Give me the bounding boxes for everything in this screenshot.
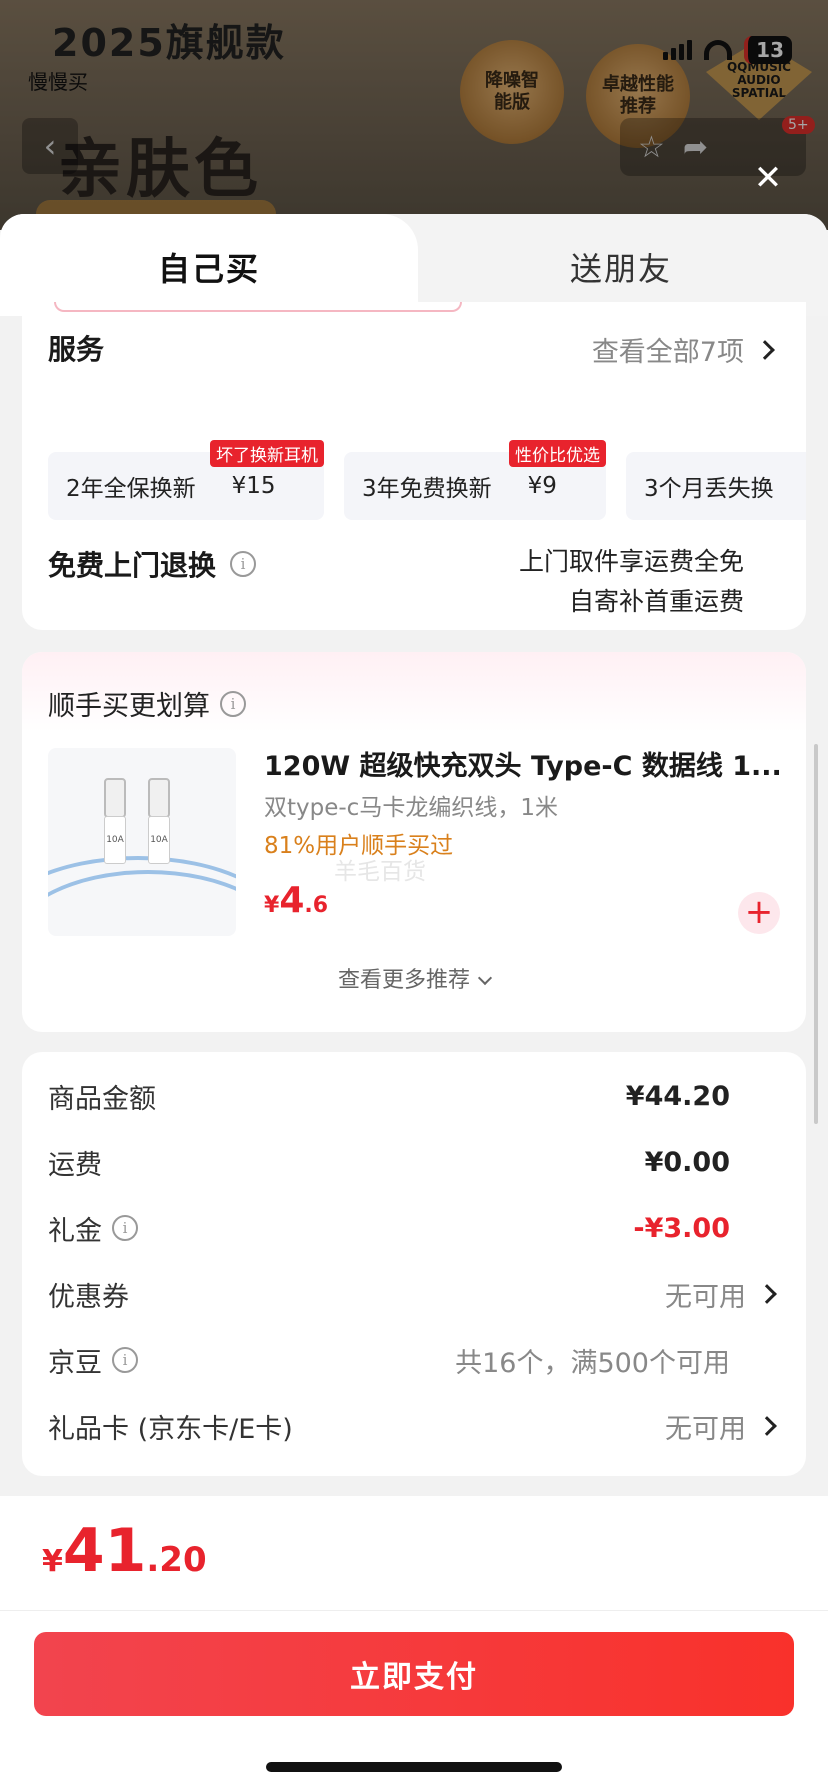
- product-price: ¥4.6: [264, 880, 328, 921]
- close-icon[interactable]: ✕: [752, 161, 784, 195]
- chevron-right-icon: [755, 339, 775, 360]
- info-icon[interactable]: i: [230, 551, 257, 577]
- tab-bar: 自己买 送朋友: [0, 214, 828, 316]
- summary-value: 共16个，满500个可用: [455, 1347, 730, 1379]
- divider: [0, 1610, 828, 1611]
- plug-label: 10A: [148, 816, 170, 864]
- recommend-title-row: 顺手买更划算 i: [48, 684, 246, 723]
- summary-value: -¥3.00: [633, 1212, 730, 1244]
- service-chip-name: 3个月丢失换: [644, 476, 774, 502]
- recommend-title: 顺手买更划算: [48, 691, 210, 722]
- services-view-all-label: 查看全部7项: [591, 337, 744, 368]
- chevron-right-icon: [757, 1416, 777, 1436]
- services-view-all[interactable]: 查看全部7项: [592, 330, 778, 369]
- service-chip-name: 3年免费换新: [362, 476, 492, 502]
- more-recommendations[interactable]: 查看更多推荐: [22, 962, 806, 994]
- summary-label: 商品金额: [48, 1083, 156, 1115]
- summary-value: ¥44.20: [625, 1080, 730, 1112]
- free-return-row: 免费上门退换 i: [48, 544, 257, 584]
- info-icon[interactable]: i: [112, 1347, 138, 1373]
- add-to-order-button[interactable]: +: [738, 892, 780, 934]
- more-recommendations-label: 查看更多推荐: [337, 968, 470, 993]
- price-currency: ¥: [264, 893, 280, 918]
- plug-label: 10A: [104, 816, 126, 864]
- home-indicator: [266, 1762, 562, 1772]
- total-price: ¥41.20: [42, 1516, 207, 1586]
- total-dec: .20: [146, 1540, 207, 1580]
- summary-row-gift-card[interactable]: 礼品卡 (京东卡/E卡) 无可用: [48, 1406, 780, 1446]
- pay-now-button[interactable]: 立即支付: [34, 1632, 794, 1716]
- price-int: 4: [279, 880, 305, 921]
- service-chip-tag: 性价比优选: [509, 440, 606, 467]
- info-icon[interactable]: i: [220, 690, 246, 717]
- product-name[interactable]: 120W 超级快充双头 Type-C 数据线 1...: [264, 744, 784, 783]
- summary-value-wrap: 无可用: [665, 1275, 780, 1314]
- plug-graphic: [148, 778, 170, 818]
- summary-row-coupon[interactable]: 优惠券 无可用: [48, 1274, 780, 1314]
- service-chip[interactable]: 3年免费换新 ¥9 性价比优选: [344, 440, 606, 520]
- free-return-title: 免费上门退换: [48, 549, 217, 582]
- service-chip-name: 2年全保换新: [66, 476, 196, 502]
- service-chip-tag: 坏了换新耳机: [210, 440, 324, 467]
- service-chip[interactable]: 2年全保换新 ¥15 坏了换新耳机: [48, 440, 324, 520]
- summary-label: 礼金: [48, 1215, 102, 1247]
- product-thumbnail[interactable]: 10A 10A: [48, 748, 236, 936]
- summary-value: ¥0.00: [644, 1146, 730, 1178]
- summary-row-gift-money: 礼金 i -¥3.00: [48, 1208, 780, 1248]
- summary-row-shipping: 运费 ¥0.00: [48, 1142, 780, 1182]
- service-chip-price: ¥9: [527, 473, 557, 499]
- product-desc: 双type-c马卡龙编织线，1米: [264, 795, 558, 821]
- summary-row-jingdou: 京豆 i 共16个，满500个可用: [48, 1340, 780, 1380]
- summary-value-wrap: 无可用: [665, 1407, 780, 1446]
- services-card: 服务 查看全部7项 2年全保换新 ¥15 坏了换新耳机 3年免费换新 ¥9 性价…: [22, 302, 806, 630]
- chevron-right-icon: [757, 1284, 777, 1304]
- price-dec: .6: [304, 893, 329, 918]
- free-return-line2: 自寄补首重运费: [568, 587, 744, 616]
- summary-value: 无可用: [665, 1281, 746, 1313]
- pay-bar: ¥41.20 立即支付: [0, 1496, 828, 1792]
- cable-graphic: [48, 870, 236, 936]
- summary-label: 优惠券: [48, 1281, 129, 1313]
- info-icon[interactable]: i: [112, 1215, 138, 1241]
- service-chip[interactable]: 3个月丢失换: [626, 452, 806, 520]
- scrollbar[interactable]: [814, 744, 818, 1124]
- summary-row-goods: 商品金额 ¥44.20: [48, 1076, 780, 1116]
- service-chip-list: 2年全保换新 ¥15 坏了换新耳机 3年免费换新 ¥9 性价比优选 3个月丢失换: [48, 440, 806, 520]
- summary-label-wrap: 京豆 i: [48, 1341, 138, 1380]
- services-title: 服务: [48, 333, 105, 366]
- summary-label: 京豆: [48, 1347, 102, 1379]
- total-int: 41: [62, 1516, 147, 1586]
- free-return-detail: 上门取件享运费全免 自寄补首重运费: [519, 542, 744, 622]
- dim-overlay: [0, 0, 828, 230]
- price-summary-card: 商品金额 ¥44.20 运费 ¥0.00 礼金 i -¥3.00 优惠券 无可用…: [22, 1052, 806, 1476]
- tab-self-buy[interactable]: 自己买: [158, 244, 260, 290]
- recommend-card: 顺手买更划算 i 10A 10A 120W 超级快充双头 Type-C 数据线 …: [22, 652, 806, 1032]
- summary-label-wrap: 礼金 i: [48, 1209, 138, 1248]
- summary-value: 无可用: [665, 1413, 746, 1445]
- free-return-line1: 上门取件享运费全免: [518, 547, 744, 576]
- summary-label: 礼品卡 (京东卡/E卡): [48, 1413, 293, 1445]
- total-currency: ¥: [42, 1544, 63, 1579]
- previous-card-edge: [54, 302, 462, 312]
- tab-gift-friend[interactable]: 送朋友: [570, 244, 672, 290]
- chevron-down-icon: [477, 970, 493, 986]
- service-chip-price: ¥15: [231, 473, 276, 499]
- plug-graphic: [104, 778, 126, 818]
- summary-label: 运费: [48, 1149, 102, 1181]
- watermark: 羊毛百货: [334, 859, 426, 885]
- checkout-sheet: 自己买 送朋友 服务 查看全部7项 2年全保换新 ¥15 坏了换新耳机 3年免费…: [0, 214, 828, 1792]
